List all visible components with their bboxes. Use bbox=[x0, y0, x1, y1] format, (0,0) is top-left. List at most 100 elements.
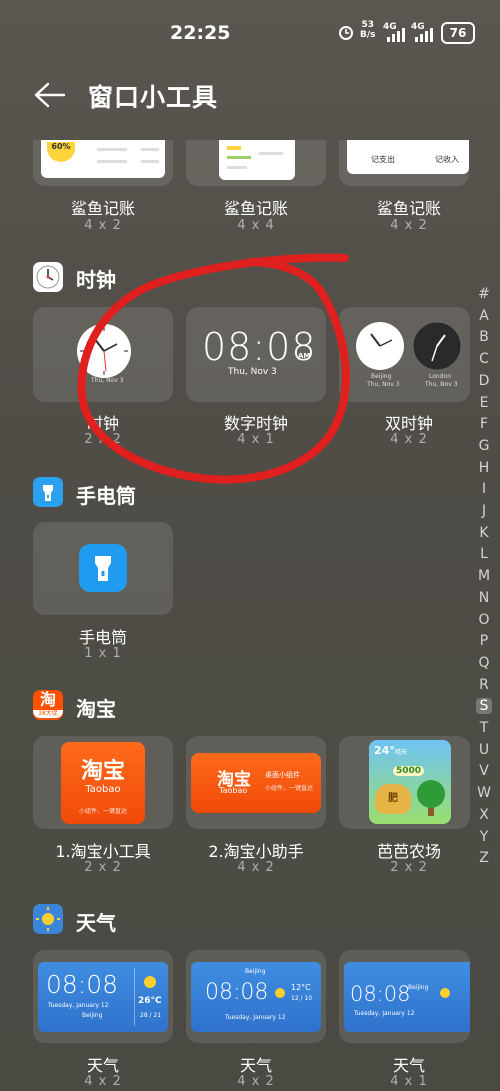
farm-tree-icon bbox=[417, 780, 445, 816]
widget-weather-2[interactable]: Beijing 08:08 12°C 12 / 10 Tuesday, Janu… bbox=[186, 950, 326, 1043]
flashlight-widget-icon bbox=[79, 544, 127, 592]
index-letter[interactable]: S bbox=[476, 698, 492, 715]
index-letter[interactable]: Y bbox=[476, 829, 492, 845]
widget-label: 手电筒 bbox=[78, 628, 127, 647]
widget-label: 天气 bbox=[239, 1056, 272, 1075]
widget-size: 4 x 2 bbox=[84, 1074, 122, 1089]
analog-date: Thu, Nov 3 bbox=[91, 377, 124, 384]
widget-shark-2[interactable] bbox=[186, 140, 326, 186]
widget-label: 数字时钟 bbox=[223, 414, 288, 433]
widget-analog-clock[interactable]: Thu, Nov 3 bbox=[33, 307, 173, 402]
index-letter[interactable]: U bbox=[476, 742, 492, 758]
widget-size: 4 x 1 bbox=[237, 432, 275, 447]
widget-shark-1[interactable]: 60% bbox=[33, 140, 173, 186]
widget-flashlight[interactable] bbox=[33, 522, 173, 615]
widget-label: 1.淘宝小工具 bbox=[55, 842, 151, 861]
shark-progress: 60% bbox=[47, 142, 75, 162]
index-letter[interactable]: V bbox=[476, 763, 492, 779]
status-time: 22:25 bbox=[170, 22, 231, 44]
index-letter[interactable]: C bbox=[476, 351, 492, 367]
weather3-date: Tuesday, January 12 bbox=[354, 1010, 415, 1017]
widget-size: 4 x 2 bbox=[237, 1074, 275, 1089]
alarm-icon bbox=[339, 26, 353, 40]
battery-indicator: 76 bbox=[441, 22, 475, 44]
signal-bars-1-icon bbox=[387, 28, 405, 42]
widget-label: 时钟 bbox=[86, 414, 119, 433]
weather1-time: 08:08 bbox=[46, 970, 119, 999]
index-letter[interactable]: F bbox=[476, 416, 492, 432]
flashlight-app-icon bbox=[33, 477, 63, 507]
index-letter[interactable]: D bbox=[476, 373, 492, 389]
index-letter[interactable]: N bbox=[476, 590, 492, 606]
weather-app-icon bbox=[33, 904, 63, 934]
section-title-flashlight: 手电筒 bbox=[76, 484, 136, 508]
widget-weather-1[interactable]: 08:08 Tuesday, January 12 Beijing 26°C 2… bbox=[33, 950, 173, 1043]
widget-shark-3[interactable]: 记支出 记收入 bbox=[339, 140, 469, 186]
index-letter[interactable]: X bbox=[476, 807, 492, 823]
index-letter[interactable]: B bbox=[476, 329, 492, 345]
farm-score: 5000 bbox=[393, 766, 425, 776]
weather1-temp: 26°C bbox=[138, 996, 162, 1006]
taobao-logo-en: Taobao bbox=[85, 784, 121, 795]
back-arrow-icon[interactable] bbox=[32, 80, 66, 110]
dual-clock-date1: Thu, Nov 3 bbox=[367, 381, 400, 388]
taobao-logo-cn: 淘宝 bbox=[80, 759, 125, 784]
index-letter[interactable]: Q bbox=[476, 655, 492, 671]
index-letter[interactable]: A bbox=[476, 308, 492, 324]
widget-size: 2 x 2 bbox=[84, 860, 122, 875]
digital-clock-time: 08:08 bbox=[202, 325, 317, 369]
dual-clock-city1: Beijing bbox=[371, 373, 392, 380]
dual-clock-london-face bbox=[412, 321, 462, 371]
index-letter[interactable]: M bbox=[476, 568, 492, 584]
weather2-temp: 12°C bbox=[291, 983, 311, 992]
widget-size: 4 x 2 bbox=[390, 218, 428, 233]
widget-size: 2 x 2 bbox=[84, 432, 122, 447]
weather3-time: 08:08 bbox=[350, 982, 411, 1006]
widget-label: 2.淘宝小助手 bbox=[208, 842, 304, 861]
widget-size: 4 x 2 bbox=[390, 432, 428, 447]
index-letter[interactable]: Z bbox=[476, 850, 492, 866]
widget-baba-farm[interactable]: 24° 晴天 5000 肥 bbox=[339, 736, 470, 829]
analog-clock-face bbox=[77, 324, 131, 378]
index-letter[interactable]: O bbox=[476, 612, 492, 628]
farm-temp: 24° bbox=[374, 744, 395, 757]
index-letter[interactable]: R bbox=[476, 677, 492, 693]
farm-fertilizer-bag: 肥 bbox=[375, 784, 411, 814]
widget-label: 鲨鱼记账 bbox=[376, 199, 441, 218]
taobao-helper-tagline: 小组件，一键直达 bbox=[265, 785, 314, 792]
shark-expense-btn: 记支出 bbox=[371, 155, 395, 164]
index-letter[interactable]: G bbox=[476, 438, 492, 454]
taobao-helper-logo-en: Taobao bbox=[219, 786, 248, 795]
widget-dual-clock[interactable]: Beijing Thu, Nov 3 London Thu, Nov 3 bbox=[339, 307, 470, 402]
widget-size: 4 x 1 bbox=[390, 1074, 428, 1089]
farm-weather: 晴天 bbox=[395, 749, 408, 756]
clock-app-icon bbox=[33, 262, 63, 292]
index-letter[interactable]: P bbox=[476, 633, 492, 649]
widget-label: 双时钟 bbox=[384, 414, 433, 433]
widget-label: 天气 bbox=[392, 1056, 425, 1075]
index-letter[interactable]: T bbox=[476, 720, 492, 736]
index-letter[interactable]: J bbox=[476, 503, 492, 519]
weather3-sun-icon bbox=[440, 988, 450, 998]
dual-clock-date2: Thu, Nov 3 bbox=[425, 381, 458, 388]
widget-taobao-helper[interactable]: 淘宝 Taobao 桌面小组件 小组件，一键直达 bbox=[186, 736, 326, 829]
taobao-helper-title: 桌面小组件 bbox=[265, 771, 300, 779]
signal-bars-2-icon bbox=[415, 28, 433, 42]
index-letter[interactable]: K bbox=[476, 525, 492, 541]
weather2-range: 12 / 10 bbox=[291, 995, 313, 1002]
index-letter[interactable]: H bbox=[476, 460, 492, 476]
index-letter[interactable]: W bbox=[476, 785, 492, 801]
weather1-sun-icon bbox=[144, 976, 156, 988]
index-letter[interactable]: E bbox=[476, 395, 492, 411]
index-letter[interactable]: L bbox=[476, 546, 492, 562]
index-letter[interactable]: I bbox=[476, 481, 492, 497]
widget-size: 2 x 2 bbox=[390, 860, 428, 875]
widget-weather-3[interactable]: 08:08 Beijing Tuesday, January 12 bbox=[339, 950, 470, 1043]
dual-clock-beijing-face bbox=[356, 322, 404, 370]
widget-digital-clock[interactable]: 08:08 AM Thu, Nov 3 bbox=[186, 307, 326, 402]
section-title-clock: 时钟 bbox=[76, 268, 116, 292]
widget-size: 4 x 2 bbox=[237, 860, 275, 875]
weather3-city: Beijing bbox=[408, 984, 429, 991]
index-letter[interactable]: # bbox=[476, 286, 492, 302]
widget-taobao-tool[interactable]: 淘宝 Taobao 小组件，一键直达 bbox=[33, 736, 173, 829]
